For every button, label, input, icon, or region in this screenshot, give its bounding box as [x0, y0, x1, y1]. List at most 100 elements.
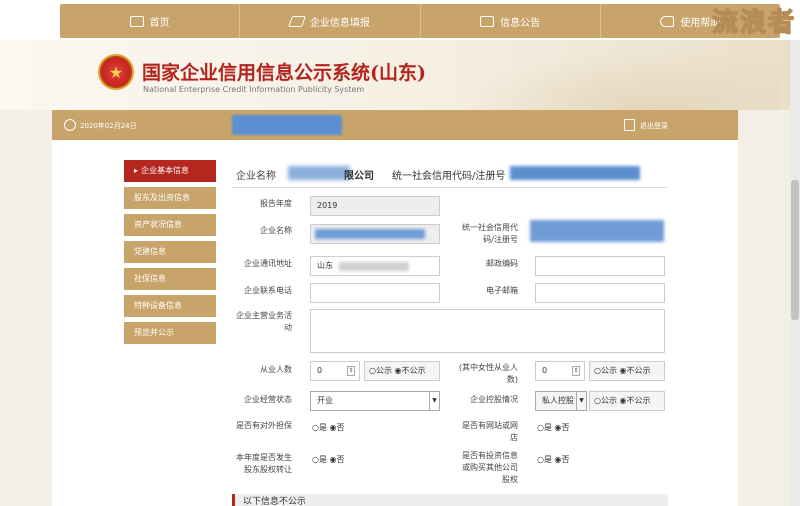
stepper-arrows-icon[interactable]: ⇕ [572, 366, 580, 376]
sidebar-item-special-equipment[interactable]: 特种设备信息 [124, 295, 216, 317]
current-date: 2020年02月24日 [80, 122, 137, 130]
public-radio[interactable]: ○公示 [594, 396, 617, 405]
site-subtitle: National Enterprise Credit Information P… [143, 85, 365, 94]
phone-field[interactable] [310, 283, 440, 303]
logout-link[interactable]: 退出登录 [640, 121, 668, 131]
public-radio[interactable]: ○公示 [369, 366, 392, 375]
sidebar-item-shareholders[interactable]: 股东及出资信息 [124, 187, 216, 209]
sidebar-item-party[interactable]: 党建信息 [124, 241, 216, 263]
non-public-section-title: 以下信息不公示 [232, 494, 668, 506]
nav-label: 首页 [149, 17, 170, 29]
postal-code-label: 邮政编码 [486, 259, 518, 268]
employees-label: 从业人数 [260, 365, 292, 374]
investment-radios[interactable]: ○是 ◉否 [537, 454, 570, 465]
page-scrollbar[interactable] [790, 40, 800, 506]
sidebar-item-preview-publish[interactable]: 预览并公示 [124, 322, 216, 344]
employees-value: 0 [317, 366, 323, 375]
equity-transfer-label: 本年度是否发生股东股权转让 [236, 453, 292, 474]
company-name-label: 企业名称 [236, 171, 276, 182]
speaker-icon [660, 15, 675, 27]
company-name-suffix: 限公司 [344, 171, 374, 182]
sidebar-item-social-security[interactable]: 社保信息 [124, 268, 216, 290]
operating-status-value: 开业 [317, 396, 333, 405]
nav-item-report[interactable]: 企业信息填报 [240, 4, 421, 38]
address-field[interactable]: 山东 [310, 256, 440, 276]
postal-code-field[interactable] [535, 256, 665, 276]
address-label: 企业通讯地址 [244, 259, 292, 268]
logout-icon[interactable] [624, 119, 635, 131]
equity-transfer-radios[interactable]: ○是 ◉否 [312, 454, 345, 465]
private-radio[interactable]: ◉不公示 [620, 396, 651, 405]
chevron-down-icon: ▼ [429, 392, 439, 410]
investment-label: 是否有投资信息或购买其他公司股权 [462, 451, 518, 484]
yes-radio[interactable]: ○是 [312, 423, 327, 432]
scrollbar-thumb[interactable] [791, 180, 799, 320]
business-activity-label: 企业主营业务活动 [236, 311, 292, 332]
banner-decoration [460, 50, 780, 110]
redacted-value [315, 229, 425, 239]
employees-visibility[interactable]: ○公示 ◉不公示 [364, 361, 440, 381]
address-value: 山东 [317, 261, 333, 270]
nav-label: 信息公告 [500, 17, 541, 29]
stepper-arrows-icon[interactable]: ⇕ [347, 366, 355, 376]
website-label: 是否有网站或网店 [462, 421, 518, 442]
female-employees-label: (其中女性从业人数) [458, 363, 518, 384]
national-emblem-icon: ★ [98, 54, 134, 90]
operating-status-label: 企业经营状态 [244, 395, 292, 404]
private-radio[interactable]: ◉不公示 [620, 366, 651, 375]
operating-status-select[interactable]: 开业 ▼ [310, 391, 440, 411]
nav-item-notice[interactable]: 信息公告 [421, 4, 601, 38]
nav-item-home[interactable]: 首页 [60, 4, 241, 38]
private-radio[interactable]: ◉不公示 [395, 366, 426, 375]
no-radio[interactable]: ◉否 [330, 423, 345, 432]
status-bar: 2020年02月24日 退出登录 [52, 110, 738, 140]
yes-radio[interactable]: ○是 [537, 455, 552, 464]
no-radio[interactable]: ◉否 [330, 455, 345, 464]
home-icon [129, 15, 144, 27]
holding-select[interactable]: 私人控股 ▼ [535, 391, 587, 411]
yes-radio[interactable]: ○是 [312, 455, 327, 464]
female-employees-visibility[interactable]: ○公示 ◉不公示 [589, 361, 665, 381]
sidebar: 企业基本信息 股东及出资信息 资产状况信息 党建信息 社保信息 特种设备信息 预… [124, 160, 216, 349]
redacted-credit-code [510, 166, 640, 180]
company-name-field-label: 企业名称 [260, 226, 292, 235]
female-employees-value: 0 [542, 366, 548, 375]
chevron-down-icon: ▼ [576, 392, 586, 410]
public-radio[interactable]: ○公示 [594, 366, 617, 375]
credit-code-field-label: 统一社会信用代码/注册号 [462, 223, 518, 244]
external-guarantee-radios[interactable]: ○是 ◉否 [312, 422, 345, 433]
holding-visibility[interactable]: ○公示 ◉不公示 [589, 391, 665, 411]
redacted-username [232, 115, 342, 135]
watermark: 流浪者 [711, 7, 796, 39]
website-radios[interactable]: ○是 ◉否 [537, 422, 570, 433]
no-radio[interactable]: ◉否 [555, 455, 570, 464]
notice-icon [480, 15, 495, 27]
employees-stepper[interactable]: 0 ⇕ [310, 361, 360, 381]
clock-icon [64, 119, 76, 131]
external-guarantee-label: 是否有对外担保 [236, 421, 292, 430]
sidebar-item-basic-info[interactable]: 企业基本信息 [124, 160, 216, 182]
form-header: 企业名称 限公司 统一社会信用代码/注册号 [232, 160, 668, 188]
email-field[interactable] [535, 283, 665, 303]
redacted-company-name [288, 166, 350, 180]
email-label: 电子邮箱 [486, 286, 518, 295]
female-employees-stepper[interactable]: 0 ⇕ [535, 361, 585, 381]
holding-value: 私人控股 [542, 396, 574, 405]
credit-code-label: 统一社会信用代码/注册号 [392, 171, 506, 182]
phone-label: 企业联系电话 [244, 286, 292, 295]
company-name-field [310, 224, 440, 244]
redacted-credit-code-field [530, 220, 664, 242]
yes-radio[interactable]: ○是 [537, 423, 552, 432]
edit-icon [287, 15, 306, 27]
report-year-field: 2019 [310, 196, 440, 216]
business-activity-field[interactable] [310, 309, 665, 353]
sidebar-item-assets[interactable]: 资产状况信息 [124, 214, 216, 236]
nav-bar: 首页 企业信息填报 信息公告 使用帮助 [60, 4, 780, 38]
nav-label: 企业信息填报 [309, 17, 370, 29]
no-radio[interactable]: ◉否 [555, 423, 570, 432]
holding-label: 企业控股情况 [470, 395, 518, 404]
top-navigation: 首页 企业信息填报 信息公告 使用帮助 流浪者 [0, 0, 800, 40]
site-title: 国家企业信用信息公示系统(山东) [142, 62, 426, 84]
redacted-value [339, 262, 409, 271]
report-year-label: 报告年度 [260, 199, 292, 208]
